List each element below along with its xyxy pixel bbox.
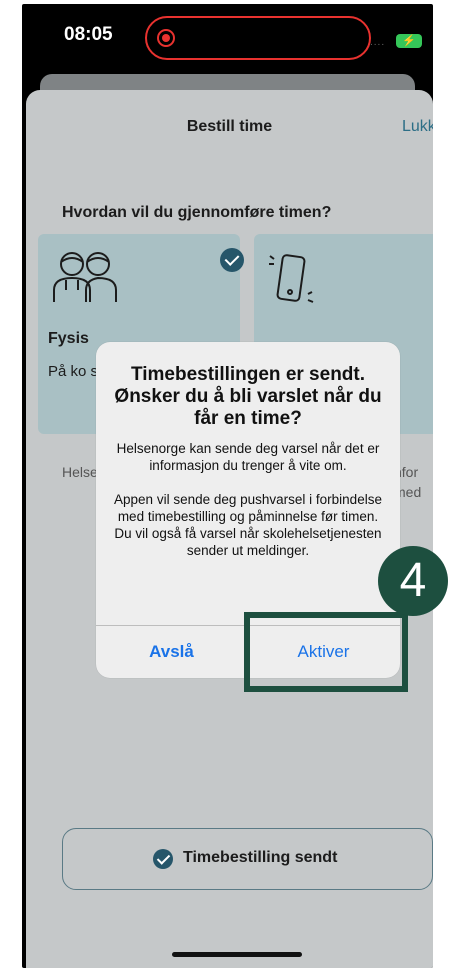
screen-recording-indicator[interactable]	[145, 16, 371, 60]
people-icon	[53, 252, 117, 302]
booking-sent-button[interactable]: Timebestilling sendt	[62, 828, 433, 890]
check-circle-icon	[153, 849, 173, 869]
decline-button[interactable]: Avslå	[96, 625, 247, 678]
signal-icon: ....	[370, 37, 386, 48]
booking-sent-label: Timebestilling sendt	[183, 849, 338, 866]
status-time: 08:05	[64, 24, 113, 45]
activate-highlight-box	[244, 612, 408, 692]
option-title: Fysis	[48, 330, 89, 347]
selected-check-icon	[220, 248, 244, 272]
alert-message: Helsenorge kan sende deg varsel når det …	[110, 440, 386, 576]
record-icon	[157, 29, 175, 47]
close-button[interactable]: Lukk	[402, 118, 433, 136]
alert-title: Timebestillingen er sendt. Ønsker du å b…	[114, 364, 382, 429]
home-indicator[interactable]	[172, 952, 302, 957]
phone-icon	[269, 254, 314, 303]
step-number-badge: 4	[378, 546, 448, 616]
question-heading: Hvordan vil du gjennomføre timen?	[62, 204, 332, 221]
phone-screen: 08:05 .... ⚡ Bestill time Lukk Hvordan v…	[22, 4, 433, 968]
battery-charging-icon: ⚡	[396, 34, 422, 48]
alert-message-2: Appen vil sende deg pushvarsel i forbind…	[114, 492, 382, 558]
alert-message-1: Helsenorge kan sende deg varsel når det …	[116, 441, 380, 473]
sheet-title: Bestill time	[186, 118, 273, 135]
